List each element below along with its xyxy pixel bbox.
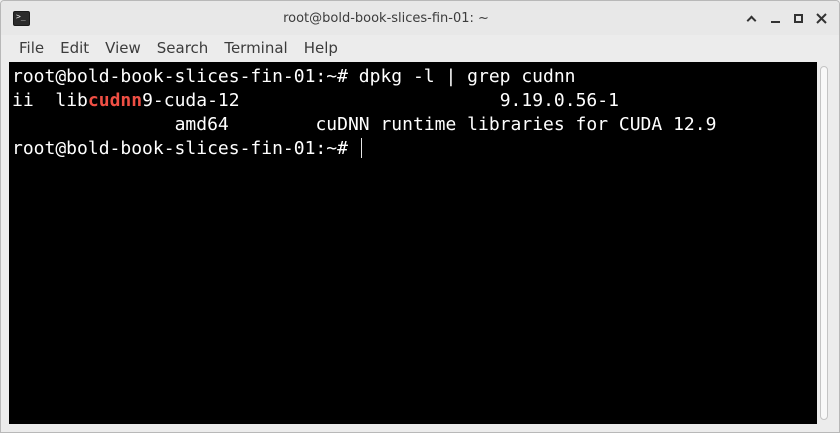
close-icon <box>815 12 827 24</box>
maximize-button[interactable] <box>790 10 806 26</box>
vertical-scrollbar[interactable] <box>817 62 831 424</box>
terminal-output[interactable]: root@bold-book-slices-fin-01:~# dpkg -l … <box>9 62 817 424</box>
menu-bar: File Edit View Search Terminal Help <box>1 35 839 61</box>
package-version: 9.19.0.56-1 <box>499 90 619 111</box>
package-detail-line: amd64 cuDNN runtime libraries for CUDA 1… <box>12 113 817 137</box>
command-text: dpkg -l | grep cudnn <box>358 66 576 87</box>
maximize-icon <box>793 13 803 23</box>
active-prompt-line: root@bold-book-slices-fin-01:~# <box>12 137 817 161</box>
package-arch: amd64 <box>174 114 229 135</box>
close-button[interactable] <box>813 10 829 26</box>
package-name-prefix: lib <box>55 90 88 111</box>
package-description: cuDNN runtime libraries for CUDA 12.9 <box>315 114 717 135</box>
window-title: root@bold-book-slices-fin-01: ~ <box>283 11 489 26</box>
text-cursor <box>360 138 363 158</box>
command-line: root@bold-book-slices-fin-01:~# dpkg -l … <box>12 65 817 89</box>
shade-button[interactable] <box>743 10 759 26</box>
package-name-suffix: 9-cuda-12 <box>142 90 240 111</box>
chevron-up-icon <box>746 15 756 25</box>
title-bar[interactable]: >_ root@bold-book-slices-fin-01: ~ <box>1 1 839 35</box>
prompt: root@bold-book-slices-fin-01:~# <box>12 138 359 159</box>
package-status: ii <box>12 90 34 111</box>
scrollbar-thumb[interactable] <box>820 66 828 420</box>
package-line: ii libcudnn9-cuda-12 9.19.0.56-1 <box>12 89 817 113</box>
minimize-icon <box>770 21 780 23</box>
grep-match: cudnn <box>87 90 143 111</box>
menu-file[interactable]: File <box>11 35 52 61</box>
menu-help[interactable]: Help <box>296 35 346 61</box>
minimize-button[interactable] <box>767 10 783 26</box>
menu-edit[interactable]: Edit <box>52 35 97 61</box>
menu-terminal[interactable]: Terminal <box>216 35 295 61</box>
prompt: root@bold-book-slices-fin-01:~# <box>12 66 359 87</box>
terminal-window: >_ root@bold-book-slices-fin-01: ~ File … <box>0 0 840 433</box>
menu-view[interactable]: View <box>97 35 149 61</box>
menu-search[interactable]: Search <box>149 35 217 61</box>
